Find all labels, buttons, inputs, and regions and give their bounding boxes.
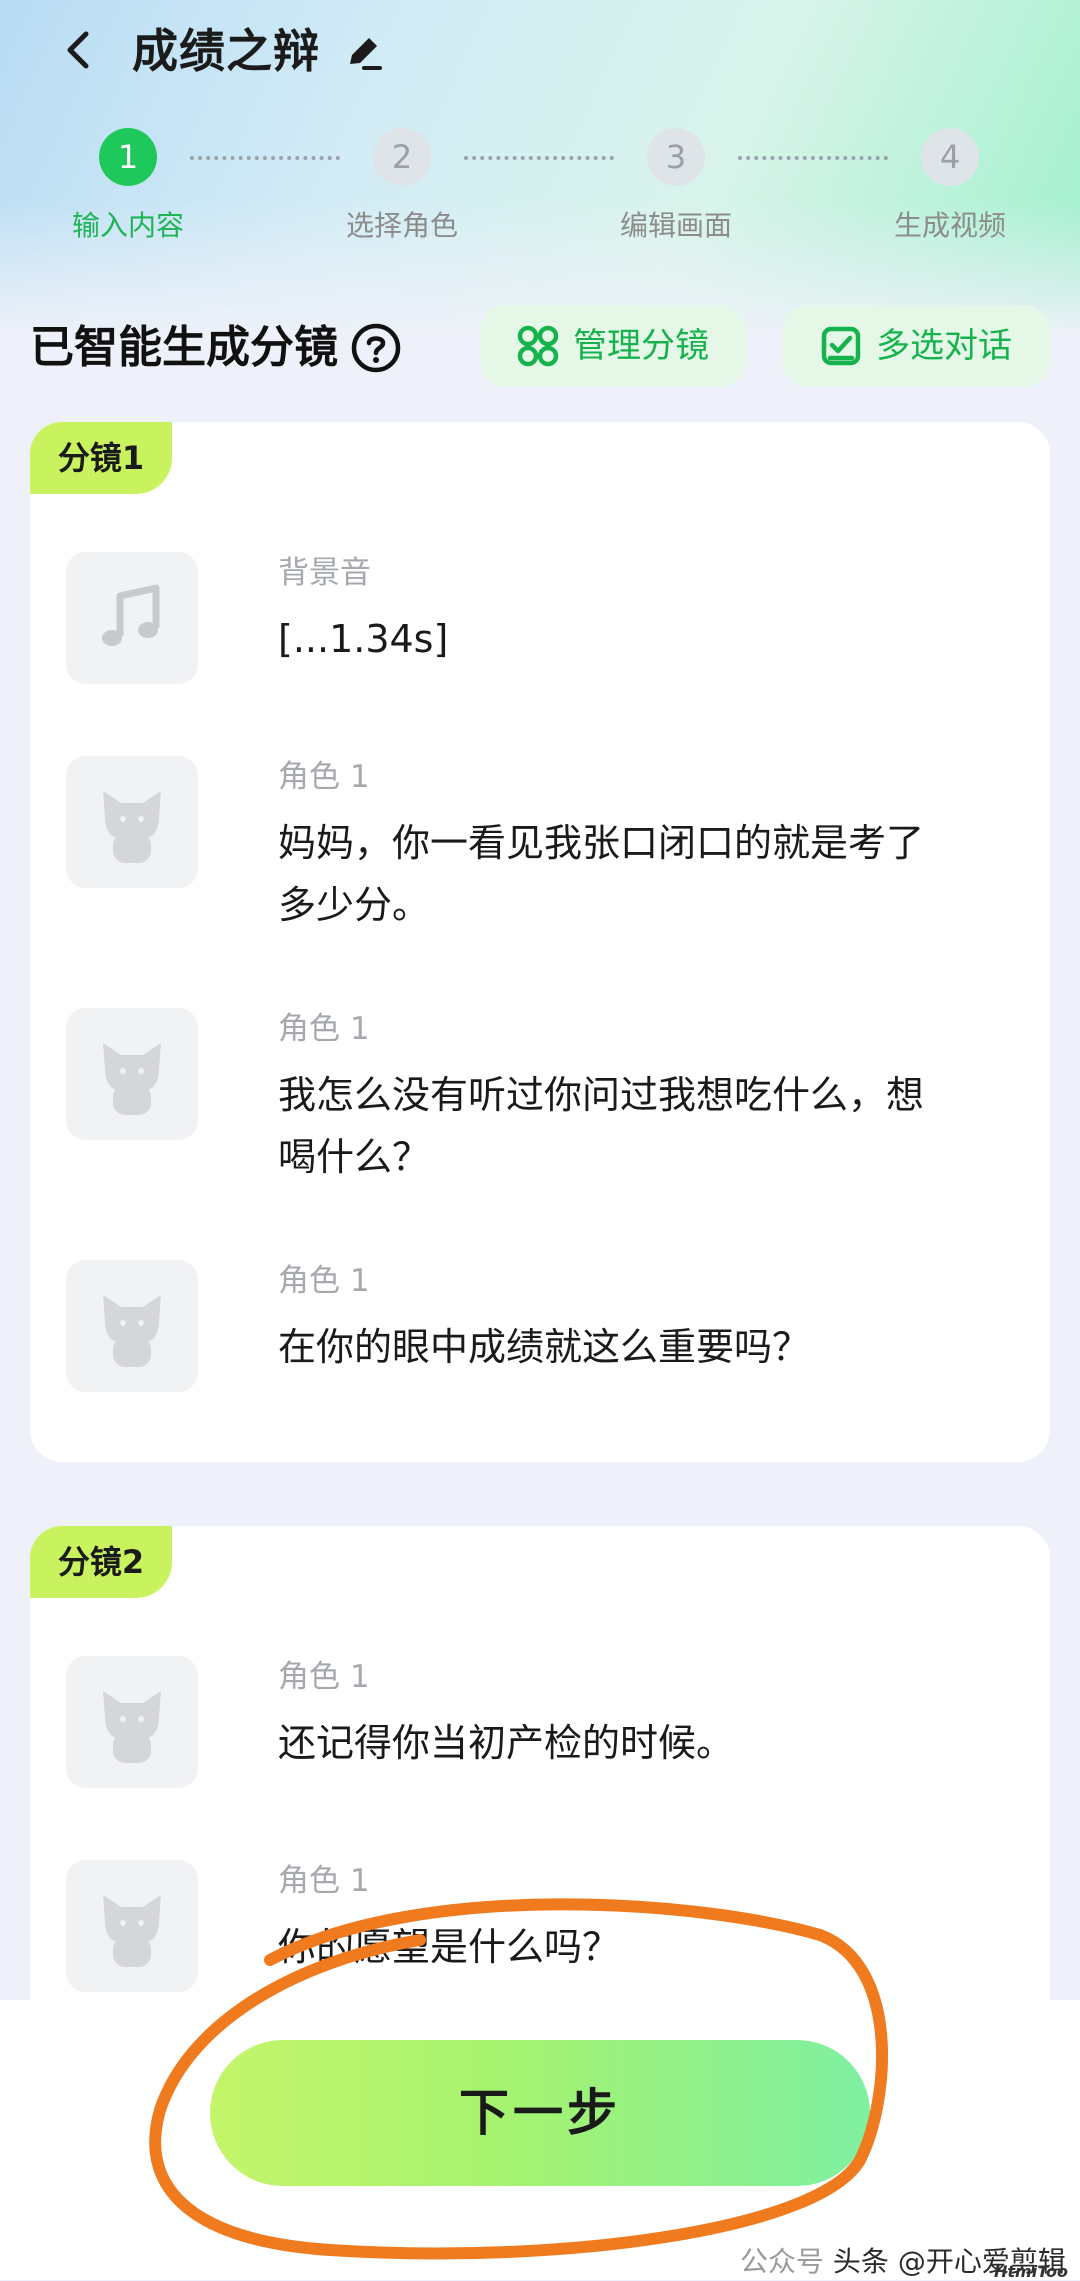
music-note-icon [66,552,198,684]
manage-scenes-button[interactable]: 管理分镜 [480,305,746,387]
step-input-content[interactable]: 1 输入内容 [38,128,218,244]
step-generate-video[interactable]: 4 生成视频 [860,128,1040,244]
dialog-row[interactable]: 角色 1 在你的眼中成绩就这么重要吗？ [66,1260,1016,1392]
cat-avatar-icon [66,756,198,888]
grid-icon [517,325,559,367]
row-dialog-text: [...1.34s] [278,617,449,661]
cat-avatar-icon [66,1008,198,1140]
cat-avatar-icon [66,1260,198,1392]
header: 成绩之辩 [0,0,1080,110]
dialog-row[interactable]: 角色 1 你的愿望是什么吗？ [66,1860,1016,1992]
question-circle-icon [351,323,401,373]
next-step-button[interactable]: 下一步 [210,2040,870,2186]
help-button[interactable] [350,322,402,374]
step-number: 4 [921,128,979,186]
step-number: 1 [99,128,157,186]
step-label: 生成视频 [893,209,1006,242]
step-label: 选择角色 [345,209,458,242]
progress-stepper: 1 输入内容 2 选择角色 3 编辑画面 4 生成视频 [0,128,1080,248]
cat-avatar-icon [66,1860,198,1992]
scene-card-1: 分镜1 背景音 [...1.34s] 角色 1 妈妈，你一看见我张口闭口的就是考… [30,422,1050,1462]
row-role-label: 角色 1 [278,1263,370,1299]
row-dialog-text: 你的愿望是什么吗？ [278,1925,621,1969]
back-button[interactable] [50,20,110,80]
step-label: 编辑画面 [619,209,732,242]
row-dialog-text: 妈妈，你一看见我张口闭口的就是考了多少分。 [278,821,925,927]
row-dialog-text: 我怎么没有听过你问过我想吃什么，想喝什么？ [278,1073,925,1179]
step-label: 输入内容 [71,209,184,242]
page-title: 成绩之辩 [132,24,320,78]
row-dialog-text: 还记得你当初产检的时候。 [278,1721,735,1765]
row-role-label: 角色 1 [278,1659,370,1695]
checklist-icon [821,326,861,366]
step-number: 2 [373,128,431,186]
section-title: 已智能生成分镜 [30,322,338,373]
pencil-icon [350,38,382,70]
row-role-label: 背景音 [278,555,371,591]
row-role-label: 角色 1 [278,1863,370,1899]
watermark-prefix: 公众号 [740,2245,825,2278]
dialog-row[interactable]: 角色 1 还记得你当初产检的时候。 [66,1656,1016,1788]
dialog-row[interactable]: 角色 1 我怎么没有听过你问过我想吃什么，想喝什么？ [66,1008,1016,1188]
step-number: 3 [647,128,705,186]
row-role-label: 角色 1 [278,1011,370,1047]
row-role-label: 角色 1 [278,759,370,795]
chevron-left-icon [67,31,89,69]
multi-select-dialog-button[interactable]: 多选对话 [782,305,1050,387]
scene-tag: 分镜1 [30,422,172,494]
dialog-row[interactable]: 背景音 [...1.34s] [66,552,1016,684]
multi-select-label: 多选对话 [876,326,1012,366]
watermark-logo: HtmiToo [994,2262,1069,2281]
step-select-role[interactable]: 2 选择角色 [312,128,492,244]
step-edit-scene[interactable]: 3 编辑画面 [586,128,766,244]
dialog-row[interactable]: 角色 1 妈妈，你一看见我张口闭口的就是考了多少分。 [66,756,1016,936]
edit-title-button[interactable] [342,30,386,74]
cat-avatar-icon [66,1656,198,1788]
row-dialog-text: 在你的眼中成绩就这么重要吗？ [278,1325,811,1369]
scene-tag: 分镜2 [30,1526,172,1598]
manage-scenes-label: 管理分镜 [573,326,709,366]
